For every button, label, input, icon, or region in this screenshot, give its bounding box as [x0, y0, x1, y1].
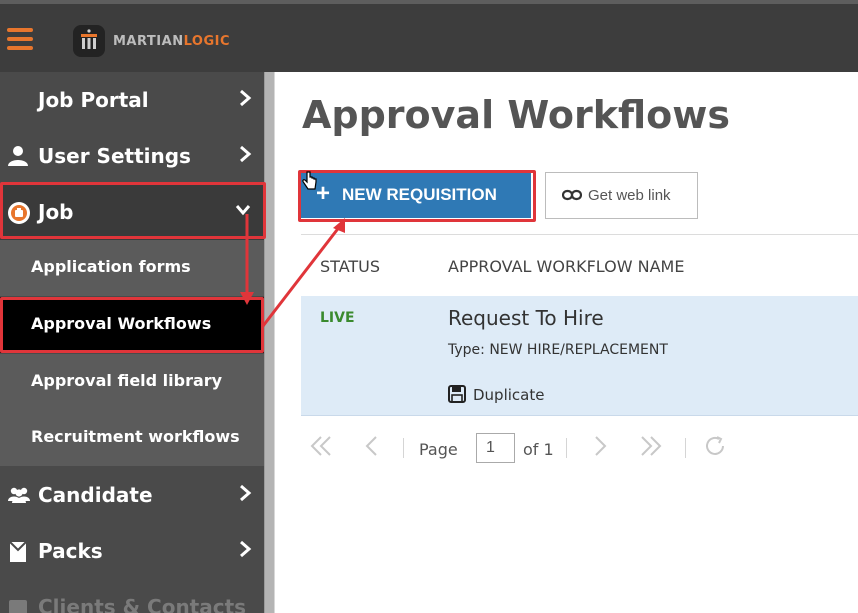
link-icon	[561, 188, 583, 206]
save-icon	[448, 385, 466, 407]
contacts-icon	[7, 596, 29, 613]
brand-text-part1: MARTIAN	[113, 34, 184, 49]
logo-icon	[73, 25, 105, 57]
annotation-box-approval-workflows	[0, 297, 264, 353]
pager-divider	[685, 438, 686, 458]
workflow-type: Type: NEW HIRE/REPLACEMENT	[448, 342, 668, 358]
pager-divider	[566, 438, 567, 458]
page-title: Approval Workflows	[302, 93, 731, 137]
sidebar-subitem-approval-field-library[interactable]: Approval field library	[0, 354, 264, 410]
annotation-box-new-requisition	[298, 170, 536, 222]
hamburger-icon[interactable]	[7, 28, 33, 50]
refresh-icon[interactable]	[703, 434, 727, 462]
annotation-box-job	[0, 182, 266, 239]
brand-logo[interactable]: MARTIANLOGIC	[113, 34, 230, 49]
page-number-input[interactable]	[476, 433, 515, 463]
sidebar-item-label: Application forms	[31, 257, 191, 276]
user-icon	[7, 145, 29, 167]
pagination: Page of 1	[301, 428, 858, 468]
folder-icon	[7, 540, 29, 562]
chevron-right-icon	[238, 483, 252, 508]
chevron-right-icon	[238, 88, 252, 113]
top-bar: MARTIANLOGIC	[0, 0, 858, 72]
sidebar-item-candidate[interactable]: Candidate	[0, 467, 264, 523]
sidebar-item-job-portal[interactable]: Job Portal	[0, 72, 264, 128]
sidebar-scroll-thumb[interactable]	[265, 72, 274, 613]
brand-text-part2: LOGIC	[183, 34, 230, 49]
chevron-right-icon	[238, 539, 252, 564]
chevron-right-icon	[238, 144, 252, 169]
get-web-link-label: Get web link	[588, 187, 671, 204]
sidebar-item-clients-contacts[interactable]: Clients & Contacts	[0, 579, 264, 613]
sidebar-item-label: Job Portal	[38, 88, 149, 112]
page-label: Page	[419, 440, 458, 459]
hand-cursor-icon	[302, 170, 318, 196]
column-header-status[interactable]: STATUS	[320, 257, 380, 276]
sidebar-item-label: Candidate	[38, 483, 153, 507]
people-icon	[7, 484, 30, 506]
status-badge: LIVE	[320, 310, 355, 326]
sidebar-item-label: Recruitment workflows	[31, 427, 240, 446]
sidebar-item-label: Packs	[38, 539, 103, 563]
table-row[interactable]: LIVE Request To Hire Type: NEW HIRE/REPL…	[301, 296, 858, 416]
get-web-link-button[interactable]: Get web link	[545, 172, 698, 219]
duplicate-label: Duplicate	[473, 386, 545, 404]
pager-divider	[403, 438, 404, 458]
sidebar-item-label: User Settings	[38, 144, 191, 168]
sidebar-item-packs[interactable]: Packs	[0, 523, 264, 579]
sidebar-item-user-settings[interactable]: User Settings	[0, 128, 264, 184]
column-header-name[interactable]: APPROVAL WORKFLOW NAME	[448, 257, 684, 276]
sidebar-subitem-application-forms[interactable]: Application forms	[0, 240, 264, 296]
last-page-icon[interactable]	[639, 434, 663, 462]
sidebar-subitem-recruitment-workflows[interactable]: Recruitment workflows	[0, 410, 264, 466]
prev-page-icon[interactable]	[363, 434, 379, 462]
sidebar-item-label: Approval field library	[31, 371, 223, 390]
next-page-icon[interactable]	[593, 434, 609, 462]
workflow-name-link[interactable]: Request To Hire	[448, 306, 604, 330]
sidebar-item-label: Clients & Contacts	[38, 595, 247, 613]
first-page-icon[interactable]	[309, 434, 333, 462]
page-count: of 1	[523, 440, 554, 459]
table-header: STATUS APPROVAL WORKFLOW NAME	[301, 234, 858, 296]
